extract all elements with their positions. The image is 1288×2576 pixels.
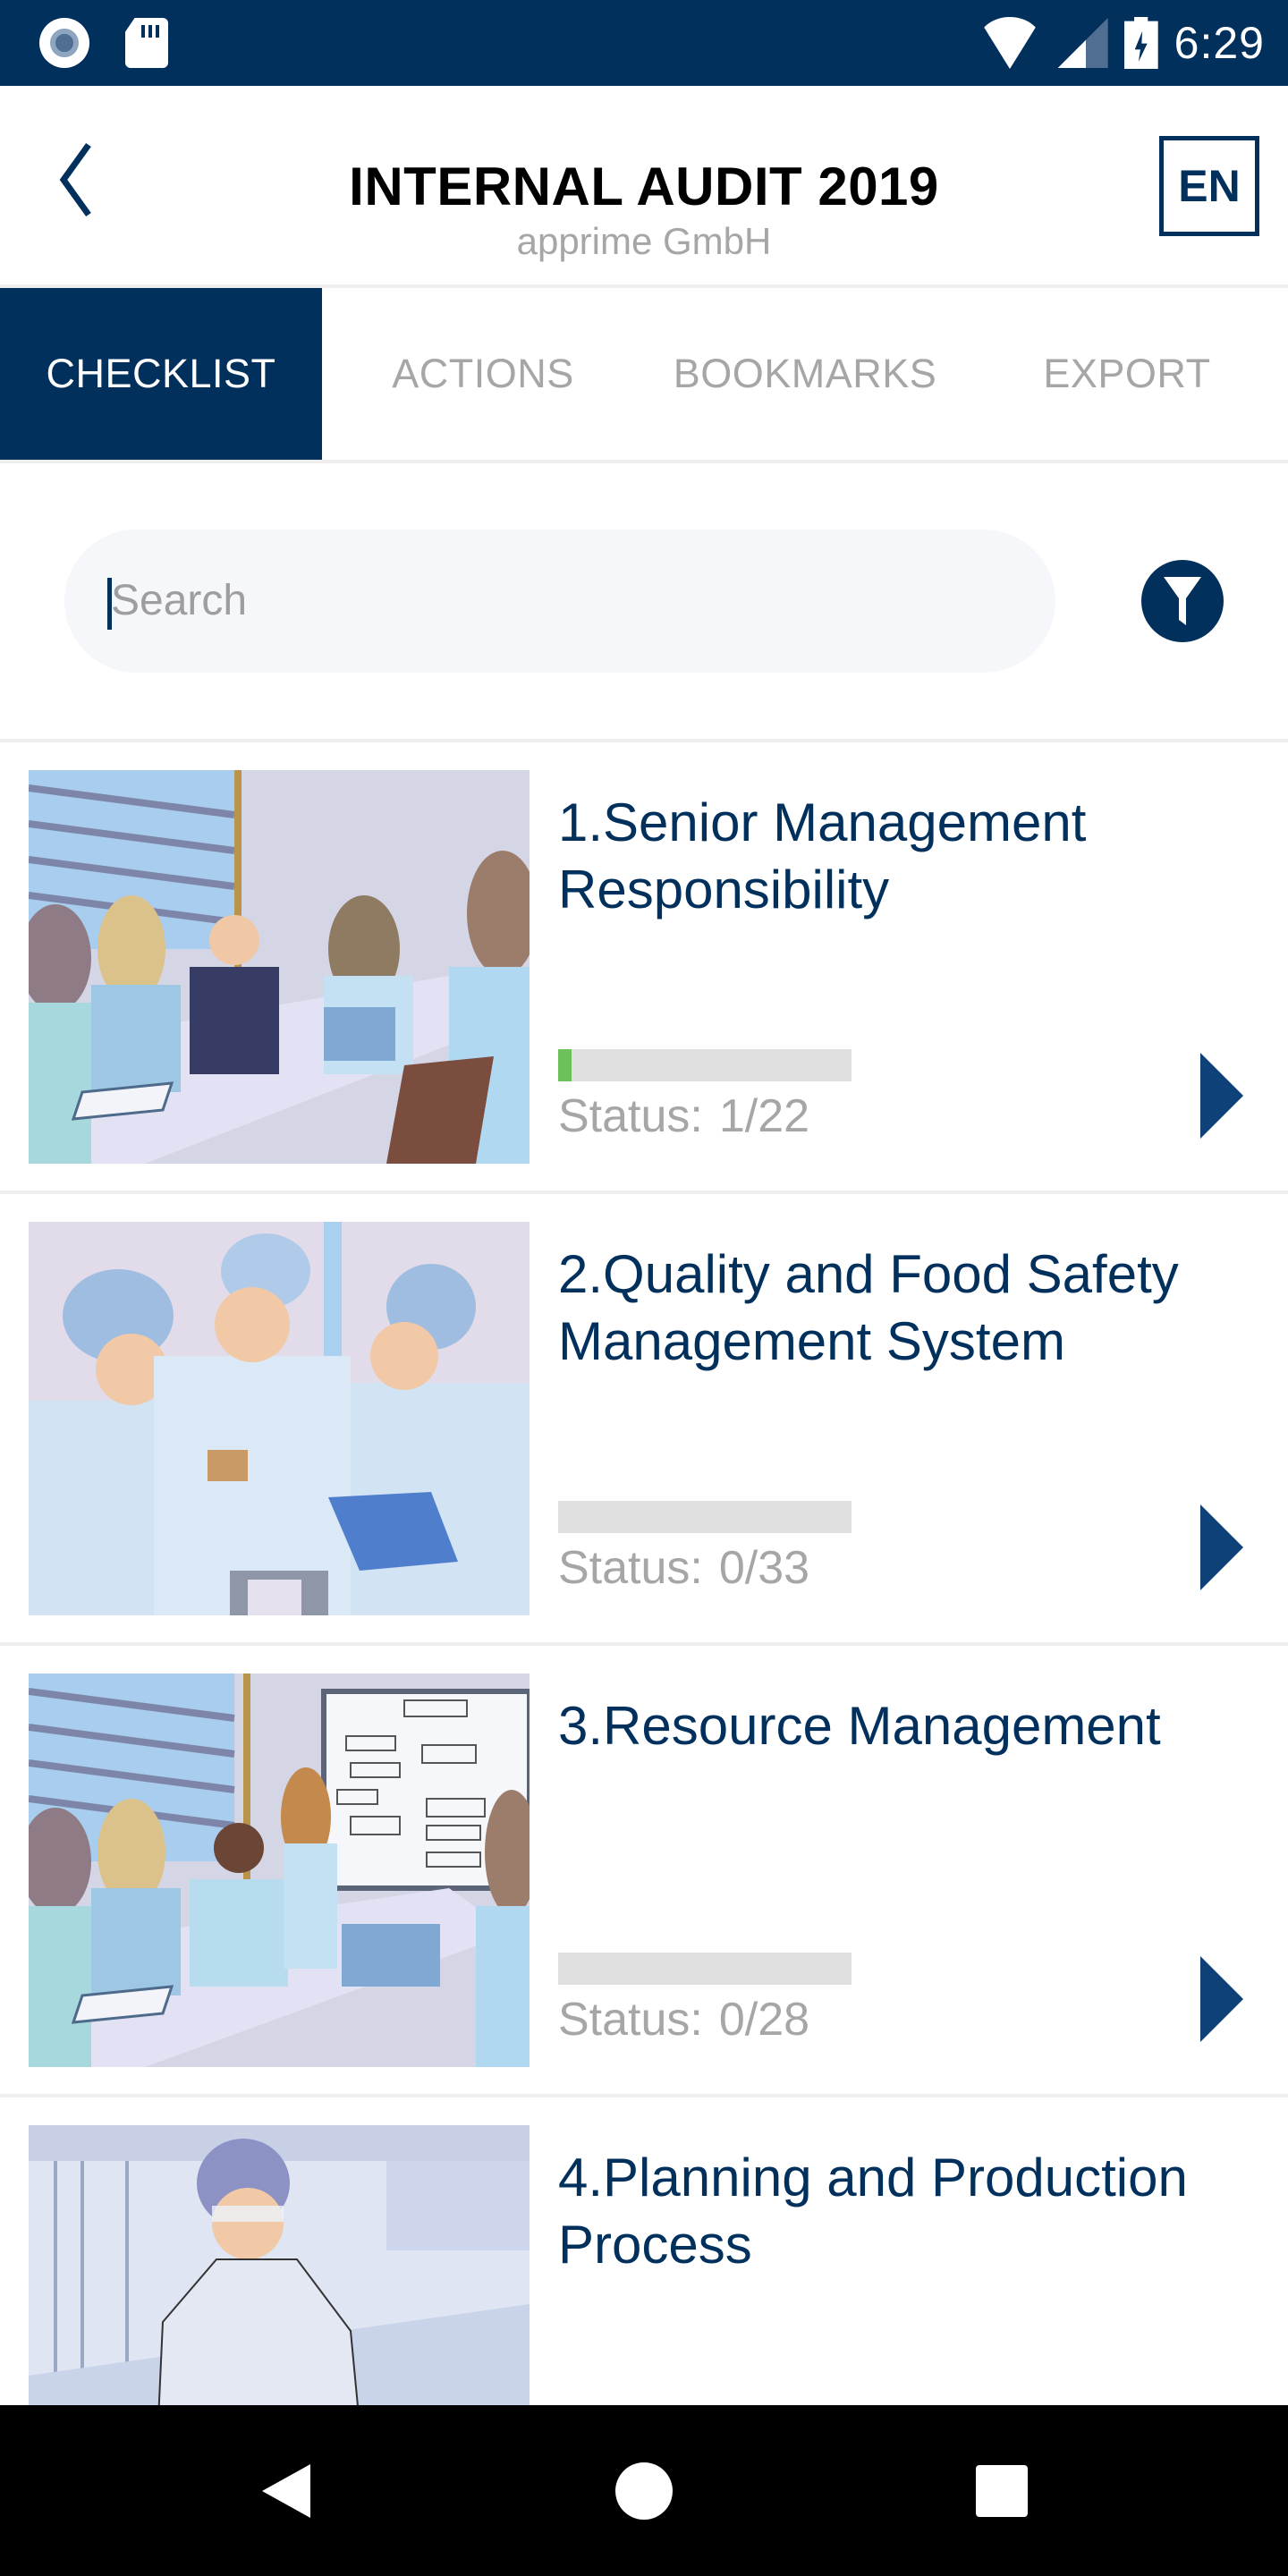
- list-item[interactable]: 1.Senior Management Responsibility Statu…: [0, 742, 1288, 1194]
- app-header: INTERNAL AUDIT 2019 apprime GmbH EN: [0, 86, 1288, 288]
- nav-home-button[interactable]: [608, 2455, 680, 2527]
- search-placeholder: Search: [111, 577, 248, 624]
- tab-actions[interactable]: ACTIONS: [322, 288, 644, 460]
- hygiene-team-illustration: [29, 1222, 530, 1615]
- company-name: apprime GmbH: [516, 220, 772, 262]
- tab-checklist[interactable]: CHECKLIST: [0, 288, 322, 460]
- item-title: 2.Quality and Food Safety Management Sys…: [558, 1244, 1179, 1371]
- status-text: Status: 0/28: [558, 1994, 810, 2046]
- list-item[interactable]: 2.Quality and Food Safety Management Sys…: [0, 1194, 1288, 1646]
- list-item[interactable]: 3.Resource Management Status: 0/28: [0, 1646, 1288, 2097]
- wifi-icon: [977, 17, 1042, 69]
- cell-signal-icon: [1057, 18, 1108, 68]
- presentation-meeting-illustration: [29, 1674, 530, 2067]
- item-title: 3.Resource Management: [558, 1696, 1161, 1756]
- item-title: 1.Senior Management Responsibility: [558, 792, 1087, 919]
- status-text: Status: 1/22: [558, 1090, 810, 1142]
- search-input[interactable]: Search: [64, 530, 1055, 673]
- tab-bookmarks[interactable]: BOOKMARKS: [644, 288, 966, 460]
- open-item-button[interactable]: [1195, 1950, 1249, 2048]
- progress-bar: [558, 1049, 852, 1081]
- tab-bar: CHECKLIST ACTIONS BOOKMARKS EXPORT: [0, 288, 1288, 463]
- status-value: 0/28: [718, 1994, 810, 2046]
- filter-button[interactable]: [1141, 560, 1224, 642]
- filter-icon: [1164, 577, 1201, 625]
- page-title: INTERNAL AUDIT 2019: [349, 157, 939, 216]
- status-value: 0/33: [718, 1542, 810, 1594]
- checklist: 1.Senior Management Responsibility Statu…: [0, 742, 1288, 2549]
- meeting-illustration: [29, 770, 530, 1164]
- status-text: Status: 0/33: [558, 1542, 810, 1594]
- nav-back-button[interactable]: [250, 2455, 322, 2527]
- clock: 6:29: [1174, 18, 1265, 68]
- open-item-button[interactable]: [1195, 1046, 1249, 1145]
- record-icon: [39, 18, 89, 68]
- tab-export[interactable]: EXPORT: [966, 288, 1288, 460]
- sd-card-icon: [125, 18, 168, 68]
- battery-charging-icon: [1123, 17, 1158, 69]
- item-title: 4.Planning and Production Process: [558, 2148, 1188, 2275]
- progress-bar: [558, 1501, 852, 1533]
- status-bar: 6:29: [0, 0, 1288, 86]
- nav-recents-button[interactable]: [966, 2455, 1038, 2527]
- progress-bar: [558, 1953, 852, 1985]
- status-value: 1/22: [718, 1090, 810, 1142]
- language-button[interactable]: EN: [1159, 136, 1259, 236]
- system-navigation-bar: [0, 2405, 1288, 2576]
- progress-fill: [558, 1049, 572, 1081]
- open-item-button[interactable]: [1195, 1498, 1249, 1597]
- search-section: Search: [0, 463, 1288, 742]
